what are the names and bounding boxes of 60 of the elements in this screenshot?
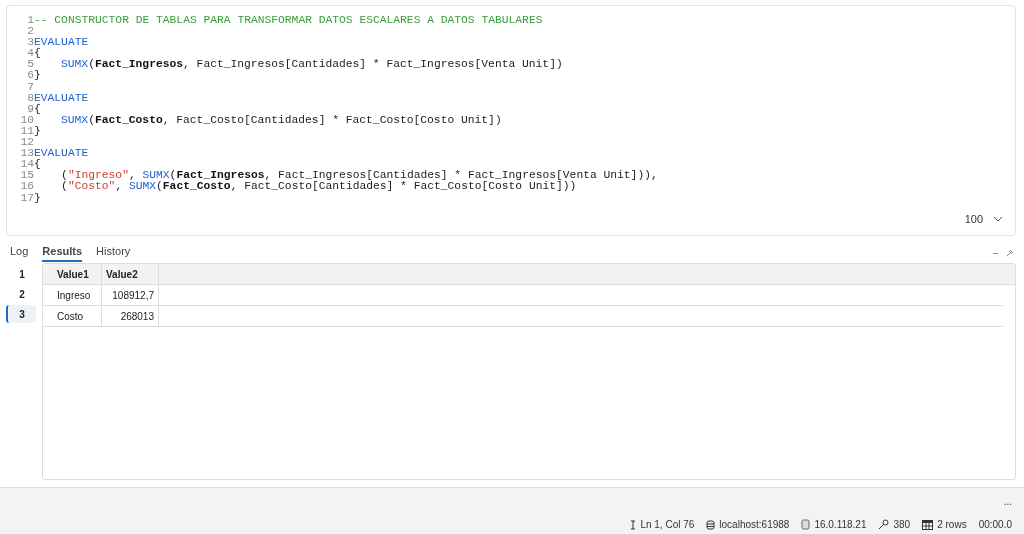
panel-tab[interactable]: Log xyxy=(10,244,29,262)
database-icon xyxy=(706,519,716,530)
code-line: } xyxy=(34,125,41,138)
line-number: 14 xyxy=(19,159,34,171)
table-cell: 108912,7 xyxy=(102,285,159,305)
panel-tab[interactable]: History xyxy=(96,244,131,262)
query-editor[interactable] xyxy=(6,5,1016,236)
code-line: { xyxy=(34,103,41,115)
column-header[interactable]: Value1 xyxy=(53,264,102,284)
code-line: } xyxy=(34,192,41,204)
chevron-down-icon[interactable] xyxy=(993,216,1003,222)
table-icon xyxy=(922,519,934,530)
table-cell: Ingreso xyxy=(53,285,102,305)
code-line: SUMX(Fact_Ingresos, Fact_Ingresos[Cantidades] * Fact_Ingresos[Venta Unit]) xyxy=(61,59,563,71)
line-number: 2 xyxy=(26,26,34,38)
table-cell: Costo xyxy=(53,306,102,326)
line-number: 12 xyxy=(19,137,34,149)
result-set-tab[interactable]: 2 xyxy=(6,285,36,303)
line-number: 15 xyxy=(19,170,34,182)
code-line: ("Costo", SUMX(Fact_Costo, Fact_Costo[Cantidades] * Fact_Costo[Costo Unit])) xyxy=(60,181,577,193)
code-line: { xyxy=(34,48,41,60)
status-text: localhost:61988 xyxy=(719,519,790,530)
code-line: -- CONSTRUCTOR DE TABLAS PARA TRANSFORMAR DATOS ESCALARES A DATOS TABULARES xyxy=(34,15,543,27)
line-number: 13 xyxy=(19,148,34,160)
pin-icon[interactable] xyxy=(1006,249,1014,257)
text-cursor-icon xyxy=(630,519,637,530)
code-line: EVALUATE xyxy=(34,37,89,49)
panel-tab[interactable]: Results xyxy=(42,244,83,262)
line-number: 3 xyxy=(26,37,34,49)
status-text: 16.0.118.21 xyxy=(814,519,867,530)
status-text: 00:00.0 xyxy=(978,519,1012,530)
line-number: 5 xyxy=(26,59,34,71)
more-button[interactable]: ... xyxy=(1003,496,1012,507)
line-number: 16 xyxy=(19,181,34,193)
status-text: 380 xyxy=(893,519,911,530)
line-number: 10 xyxy=(19,114,34,126)
line-number: 17 xyxy=(19,192,34,204)
code-line: } xyxy=(34,70,41,82)
result-set-tab[interactable]: 3 xyxy=(6,305,36,323)
status-text: Ln 1, Col 76 xyxy=(640,519,695,530)
code-line: EVALUATE xyxy=(34,148,89,160)
column-header[interactable]: Value2 xyxy=(102,264,159,284)
line-number: 9 xyxy=(26,103,34,115)
line-number: 7 xyxy=(26,81,34,93)
code-line: EVALUATE xyxy=(34,92,89,104)
result-set-tab[interactable]: 1 xyxy=(6,265,36,283)
line-number: 11 xyxy=(19,125,34,138)
table-cell: 268013 xyxy=(102,306,159,326)
minimize-icon[interactable] xyxy=(993,251,998,255)
zoom-level[interactable]: 100 xyxy=(964,213,983,225)
device-icon xyxy=(801,519,811,530)
line-number: 6 xyxy=(26,70,34,82)
line-number: 1 xyxy=(26,15,34,27)
key-icon xyxy=(878,519,890,530)
line-number: 8 xyxy=(26,92,34,104)
line-number: 4 xyxy=(26,48,34,60)
code-line: SUMX(Fact_Costo, Fact_Costo[Cantidades] * Fact_Costo[Costo Unit]) xyxy=(61,114,502,126)
status-text: 2 rows xyxy=(937,519,967,530)
code-line: { xyxy=(34,159,41,171)
code-line: ("Ingreso", SUMX(Fact_Ingresos, Fact_Ingresos[Cantidades] * Fact_Ingresos[Venta Unit])), xyxy=(60,170,658,182)
